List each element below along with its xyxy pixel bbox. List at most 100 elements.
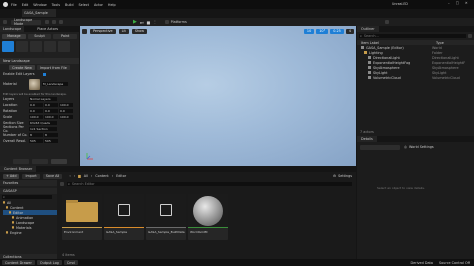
world-settings-button[interactable]: ◎ World Settings xyxy=(404,145,434,149)
asset-tile[interactable]: Environment xyxy=(62,194,102,240)
project-header[interactable]: GASASP xyxy=(0,188,57,194)
tab-content-browser[interactable]: Content Browser xyxy=(0,166,37,172)
play-icon[interactable]: ▶ xyxy=(133,19,137,25)
outliner-search-input[interactable]: ⌕ Search... xyxy=(359,34,466,38)
asset-tile[interactable]: GASA_Sample xyxy=(104,194,144,240)
scale-snap-button[interactable]: 0.25 xyxy=(330,28,344,34)
tool-smooth-button[interactable] xyxy=(30,40,42,52)
prop-value-field[interactable]: 505 xyxy=(29,139,43,143)
add-icon[interactable] xyxy=(45,20,49,24)
show-button[interactable]: Show xyxy=(131,28,147,34)
create-new-button[interactable]: Create New xyxy=(9,65,35,70)
settings-icon[interactable] xyxy=(384,20,389,24)
save-all-button[interactable]: Save All xyxy=(42,173,63,179)
fill-world-button[interactable] xyxy=(12,158,29,164)
mode-manage-tab[interactable]: Manage xyxy=(2,33,26,39)
tool-sculpt-button[interactable] xyxy=(16,40,28,52)
import-button[interactable]: Import xyxy=(22,173,40,179)
cb-tree-item[interactable]: ▆ Engine xyxy=(3,230,57,235)
source-control-button[interactable]: Source Control Off xyxy=(439,261,470,265)
tool-new-button[interactable] xyxy=(2,40,14,52)
favorites-header[interactable]: Favorites xyxy=(0,180,57,186)
mode-sculpt-tab[interactable]: Sculpt xyxy=(27,33,52,39)
step-icon[interactable]: ⏭ xyxy=(140,20,144,25)
prop-value-field[interactable]: 505 xyxy=(44,139,58,143)
camera-speed-button[interactable]: 4 xyxy=(345,28,354,34)
content-drawer-button[interactable]: Content Drawer xyxy=(2,260,35,265)
import-from-file-button[interactable]: Import from File xyxy=(36,65,70,70)
tool-ramp-button[interactable] xyxy=(58,40,70,52)
derived-data-button[interactable]: Derived Data xyxy=(410,261,432,265)
create-button[interactable] xyxy=(50,158,67,164)
prop-value-field[interactable]: 63x63 Quads xyxy=(29,121,57,125)
filter-icon[interactable] xyxy=(468,34,472,38)
breadcrumb-content[interactable]: Content xyxy=(95,174,109,178)
prop-value-field[interactable]: 0.0 xyxy=(59,109,73,113)
breadcrumb-editor[interactable]: Editor xyxy=(116,174,126,178)
mode-paint-tab[interactable]: Paint xyxy=(53,33,78,39)
forward-icon[interactable]: › xyxy=(74,174,75,178)
outliner-row[interactable]: ExponentialHeightFog ExponentialHeightF xyxy=(357,60,474,65)
more-icon[interactable]: ⋮ xyxy=(153,20,156,24)
menu-edit[interactable]: Edit xyxy=(22,3,29,7)
prop-value-field[interactable]: 100.0 xyxy=(44,115,58,119)
lit-button[interactable]: Lit xyxy=(118,28,129,34)
asset-tile[interactable]: WorldGridM xyxy=(188,194,228,240)
mode-dropdown[interactable]: Landscape Mode xyxy=(11,18,41,26)
platforms-button[interactable]: Platforms xyxy=(164,20,187,24)
details-dropdown[interactable] xyxy=(360,144,400,150)
tool-flatten-button[interactable] xyxy=(44,40,56,52)
minimize-icon[interactable]: – xyxy=(448,1,450,5)
menu-select[interactable]: Select xyxy=(79,3,89,7)
maximize-icon[interactable]: □ xyxy=(456,1,459,5)
prop-value-field[interactable]: 8 xyxy=(44,133,58,137)
prop-value-field[interactable]: 0.0 xyxy=(29,109,43,113)
rotation-snap-button[interactable]: 10° xyxy=(316,28,329,34)
reset-button[interactable] xyxy=(31,158,48,164)
save-icon[interactable] xyxy=(3,20,7,24)
prop-value-field[interactable]: 100.0 xyxy=(29,115,43,119)
tab-landscape[interactable]: Landscape xyxy=(0,26,25,32)
back-icon[interactable]: ‹ xyxy=(69,174,70,178)
prop-value-field[interactable]: 8 xyxy=(29,133,43,137)
console-input[interactable] xyxy=(79,260,150,265)
menu-help[interactable]: Help xyxy=(108,3,116,7)
menu-window[interactable]: Window xyxy=(33,3,46,7)
material-select[interactable]: M_Landscape xyxy=(42,82,68,86)
tab-place-actors[interactable]: Place Actors xyxy=(34,27,61,31)
enable-edit-layers-checkbox[interactable] xyxy=(42,72,46,76)
unreal-logo-icon[interactable] xyxy=(3,2,8,7)
blueprint-icon[interactable] xyxy=(52,20,56,24)
outliner-row[interactable]: VolumetricCloud VolumetricCloud xyxy=(357,75,474,80)
outliner-row[interactable]: DirectionalLight DirectionalLight xyxy=(357,55,474,60)
menu-build[interactable]: Build xyxy=(65,3,74,7)
perspective-button[interactable]: Perspective xyxy=(90,28,116,34)
grid-snap-button[interactable]: 10 xyxy=(303,28,315,34)
cb-tree-search[interactable]: ⌕ xyxy=(2,195,52,199)
menu-file[interactable]: File xyxy=(11,3,17,7)
cmd-button[interactable]: Cmd xyxy=(63,260,78,265)
breadcrumb-all[interactable]: All xyxy=(84,174,88,178)
filter-icon[interactable] xyxy=(60,181,64,186)
menu-actor[interactable]: Actor xyxy=(94,3,103,7)
material-thumbnail[interactable] xyxy=(29,78,40,90)
cb-search-input[interactable]: ⌕ Search Editor xyxy=(67,181,352,186)
viewport[interactable]: Perspective Lit Show 10 10° 0.25 4 xyxy=(80,26,356,166)
project-tab[interactable]: GASA_Sample xyxy=(22,9,56,17)
prop-value-field[interactable]: 1x1 Section xyxy=(29,127,57,131)
prop-value-field[interactable]: 0.0 xyxy=(44,103,58,107)
asset-tile[interactable]: GASA_Sample_BuiltData xyxy=(146,194,186,240)
cb-settings-button[interactable]: ⚙ Settings xyxy=(333,174,352,178)
output-log-button[interactable]: Output Log xyxy=(36,260,62,265)
viewport-menu-icon[interactable] xyxy=(82,28,87,34)
layers-select[interactable]: Nomal Layers xyxy=(29,97,57,101)
menu-tools[interactable]: Tools xyxy=(52,3,60,7)
tab-details[interactable]: Details xyxy=(357,136,377,142)
prop-value-field[interactable]: 0.0 xyxy=(29,103,43,107)
cinematics-icon[interactable] xyxy=(59,20,63,24)
prop-value-field[interactable]: 0.0 xyxy=(44,109,58,113)
prop-value-field[interactable]: 100.0 xyxy=(59,115,73,119)
prop-value-field[interactable]: 100.0 xyxy=(59,103,73,107)
tab-outliner[interactable]: Outliner xyxy=(357,26,379,32)
add-button[interactable]: + Add xyxy=(3,173,20,179)
